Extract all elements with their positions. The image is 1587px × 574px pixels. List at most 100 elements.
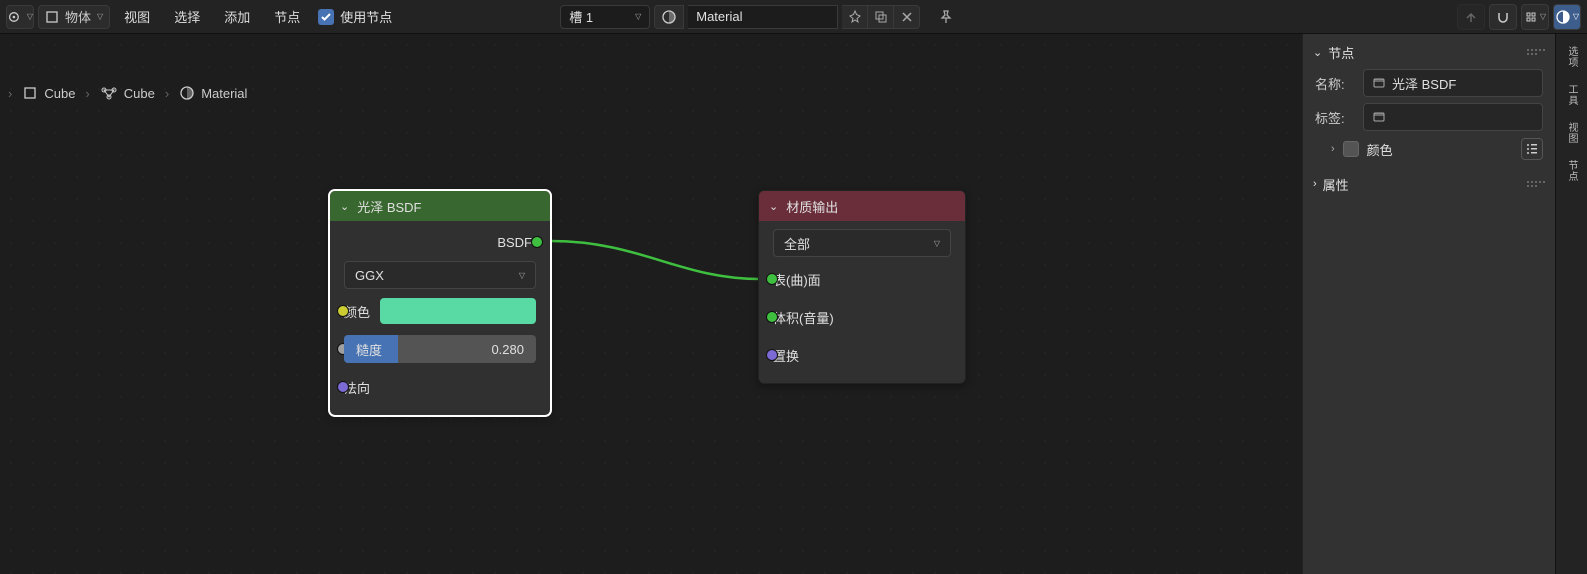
shading-button[interactable]: ▽ bbox=[1553, 4, 1581, 30]
name-label: 名称: bbox=[1315, 74, 1355, 93]
menu-add[interactable]: 添加 bbox=[214, 0, 260, 34]
header-right-buttons: ▽ ▽ bbox=[1457, 4, 1581, 30]
field-tag: 标签: bbox=[1309, 100, 1549, 134]
editor-type-button[interactable]: ▽ bbox=[6, 5, 34, 29]
tab-node[interactable]: 节点 bbox=[1559, 154, 1585, 188]
material-icon bbox=[179, 85, 195, 101]
distribution-dropdown[interactable]: GGX ▽ bbox=[344, 261, 536, 289]
roughness-value: 0.280 bbox=[491, 342, 524, 357]
output-label: BSDF bbox=[497, 235, 532, 250]
volume-label: 体积(音量) bbox=[773, 308, 834, 327]
node-glossy-bsdf[interactable]: ⌄ 光泽 BSDF BSDF GGX ▽ 颜色 糙度 bbox=[329, 190, 551, 416]
breadcrumb-label: Cube bbox=[124, 86, 155, 101]
grip-icon[interactable] bbox=[1527, 179, 1545, 189]
chevron-down-icon: ⌄ bbox=[1313, 46, 1322, 59]
tag-label: 标签: bbox=[1315, 108, 1355, 127]
socket-volume-input[interactable] bbox=[766, 311, 778, 323]
grip-icon[interactable] bbox=[1527, 47, 1545, 57]
socket-surface-input[interactable] bbox=[766, 273, 778, 285]
panel-title: 属性 bbox=[1323, 175, 1349, 194]
unlink-material-button[interactable] bbox=[894, 5, 920, 29]
distribution-value: GGX bbox=[355, 268, 384, 283]
input-roughness: 糙度 0.280 bbox=[344, 333, 536, 365]
name-value: 光泽 BSDF bbox=[1392, 74, 1456, 93]
input-volume: 体积(音量) bbox=[773, 301, 951, 333]
header: ▽ 物体 ▽ 视图 选择 添加 节点 使用节点 槽 1 ▽ Material ▽… bbox=[0, 0, 1587, 34]
target-dropdown[interactable]: 全部 ▽ bbox=[773, 229, 951, 257]
node-header[interactable]: ⌄ 光泽 BSDF bbox=[330, 191, 550, 221]
color-swatch[interactable] bbox=[380, 298, 536, 324]
sidebar: ⌄ 节点 名称: 光泽 BSDF 标签: › 颜色 › 属性 bbox=[1302, 34, 1555, 574]
node-material-output[interactable]: ⌄ 材质输出 全部 ▽ 表(曲)面 体积(音量) 置换 bbox=[758, 190, 966, 384]
color-subpanel[interactable]: › 颜色 bbox=[1309, 134, 1549, 164]
surface-label: 表(曲)面 bbox=[773, 270, 821, 289]
node-title: 光泽 BSDF bbox=[357, 197, 421, 216]
socket-displacement-input[interactable] bbox=[766, 349, 778, 361]
panel-title: 节点 bbox=[1328, 43, 1354, 62]
output-bsdf: BSDF bbox=[344, 229, 536, 255]
tag-input[interactable] bbox=[1363, 103, 1543, 131]
mode-dropdown[interactable]: 物体 ▽ bbox=[38, 5, 110, 29]
slot-dropdown[interactable]: 槽 1 ▽ bbox=[560, 5, 650, 29]
menu-node[interactable]: 节点 bbox=[264, 0, 310, 34]
slot-label: 槽 1 bbox=[569, 7, 593, 26]
mode-label: 物体 bbox=[65, 7, 91, 26]
material-browse-button[interactable] bbox=[654, 5, 684, 29]
material-name-field[interactable]: Material bbox=[688, 5, 838, 29]
roughness-label: 糙度 bbox=[356, 340, 382, 359]
input-displacement: 置换 bbox=[773, 339, 951, 371]
material-name-value: Material bbox=[696, 9, 742, 24]
node-title: 材质输出 bbox=[786, 197, 838, 216]
pin-button[interactable] bbox=[932, 5, 960, 29]
tab-options[interactable]: 选项 bbox=[1559, 40, 1585, 74]
object-icon bbox=[22, 85, 38, 101]
breadcrumb-label: Material bbox=[201, 86, 247, 101]
roughness-slider[interactable]: 糙度 0.280 bbox=[344, 335, 536, 363]
tab-tool[interactable]: 工具 bbox=[1559, 78, 1585, 112]
overlay-button[interactable]: ▽ bbox=[1521, 4, 1549, 30]
checkbox-icon bbox=[318, 9, 334, 25]
color-sub-label: 颜色 bbox=[1367, 140, 1393, 159]
chevron-down-icon: ⌄ bbox=[340, 200, 349, 213]
panel-header-node[interactable]: ⌄ 节点 bbox=[1309, 38, 1549, 66]
breadcrumb-data[interactable]: Cube bbox=[100, 86, 155, 101]
list-icon[interactable] bbox=[1521, 138, 1543, 160]
new-material-button[interactable] bbox=[868, 5, 894, 29]
menu-select[interactable]: 选择 bbox=[164, 0, 210, 34]
menu-view[interactable]: 视图 bbox=[114, 0, 160, 34]
socket-bsdf-output[interactable] bbox=[531, 236, 543, 248]
node-link bbox=[0, 34, 1300, 574]
field-name: 名称: 光泽 BSDF bbox=[1309, 66, 1549, 100]
color-checkbox[interactable] bbox=[1343, 141, 1359, 157]
node-icon bbox=[1372, 76, 1386, 90]
target-value: 全部 bbox=[784, 234, 810, 253]
breadcrumb-object[interactable]: Cube bbox=[22, 85, 75, 101]
chevron-right-icon: › bbox=[165, 86, 169, 101]
input-surface: 表(曲)面 bbox=[773, 263, 951, 295]
breadcrumb-material[interactable]: Material bbox=[179, 85, 247, 101]
use-nodes-toggle[interactable]: 使用节点 bbox=[318, 7, 392, 26]
snap-button[interactable] bbox=[1489, 4, 1517, 30]
sidebar-tabs: 选项 工具 视图 节点 bbox=[1555, 34, 1587, 574]
name-input[interactable]: 光泽 BSDF bbox=[1363, 69, 1543, 97]
panel-header-attributes[interactable]: › 属性 bbox=[1309, 170, 1549, 198]
chevron-right-icon: › bbox=[85, 86, 89, 101]
chevron-right-icon: › bbox=[1331, 143, 1335, 155]
breadcrumb: › Cube › Cube › Material bbox=[0, 78, 255, 108]
tab-view[interactable]: 视图 bbox=[1559, 116, 1585, 150]
node-icon bbox=[1372, 110, 1386, 124]
breadcrumb-label: Cube bbox=[44, 86, 75, 101]
use-nodes-label: 使用节点 bbox=[340, 7, 392, 26]
parent-tree-button bbox=[1457, 4, 1485, 30]
input-color: 颜色 bbox=[344, 295, 536, 327]
node-canvas[interactable]: › Cube › Cube › Material ⌄ 光泽 BSDF BSDF bbox=[0, 34, 1300, 574]
fake-user-button[interactable] bbox=[842, 5, 868, 29]
socket-normal-input[interactable] bbox=[337, 381, 349, 393]
node-body: BSDF GGX ▽ 颜色 糙度 0.280 bbox=[330, 221, 550, 415]
chevron-right-icon: › bbox=[8, 86, 12, 101]
node-header[interactable]: ⌄ 材质输出 bbox=[759, 191, 965, 221]
socket-color-input[interactable] bbox=[337, 305, 349, 317]
chevron-right-icon: › bbox=[1313, 178, 1317, 190]
material-action-buttons bbox=[842, 5, 920, 29]
chevron-down-icon: ⌄ bbox=[769, 200, 778, 213]
